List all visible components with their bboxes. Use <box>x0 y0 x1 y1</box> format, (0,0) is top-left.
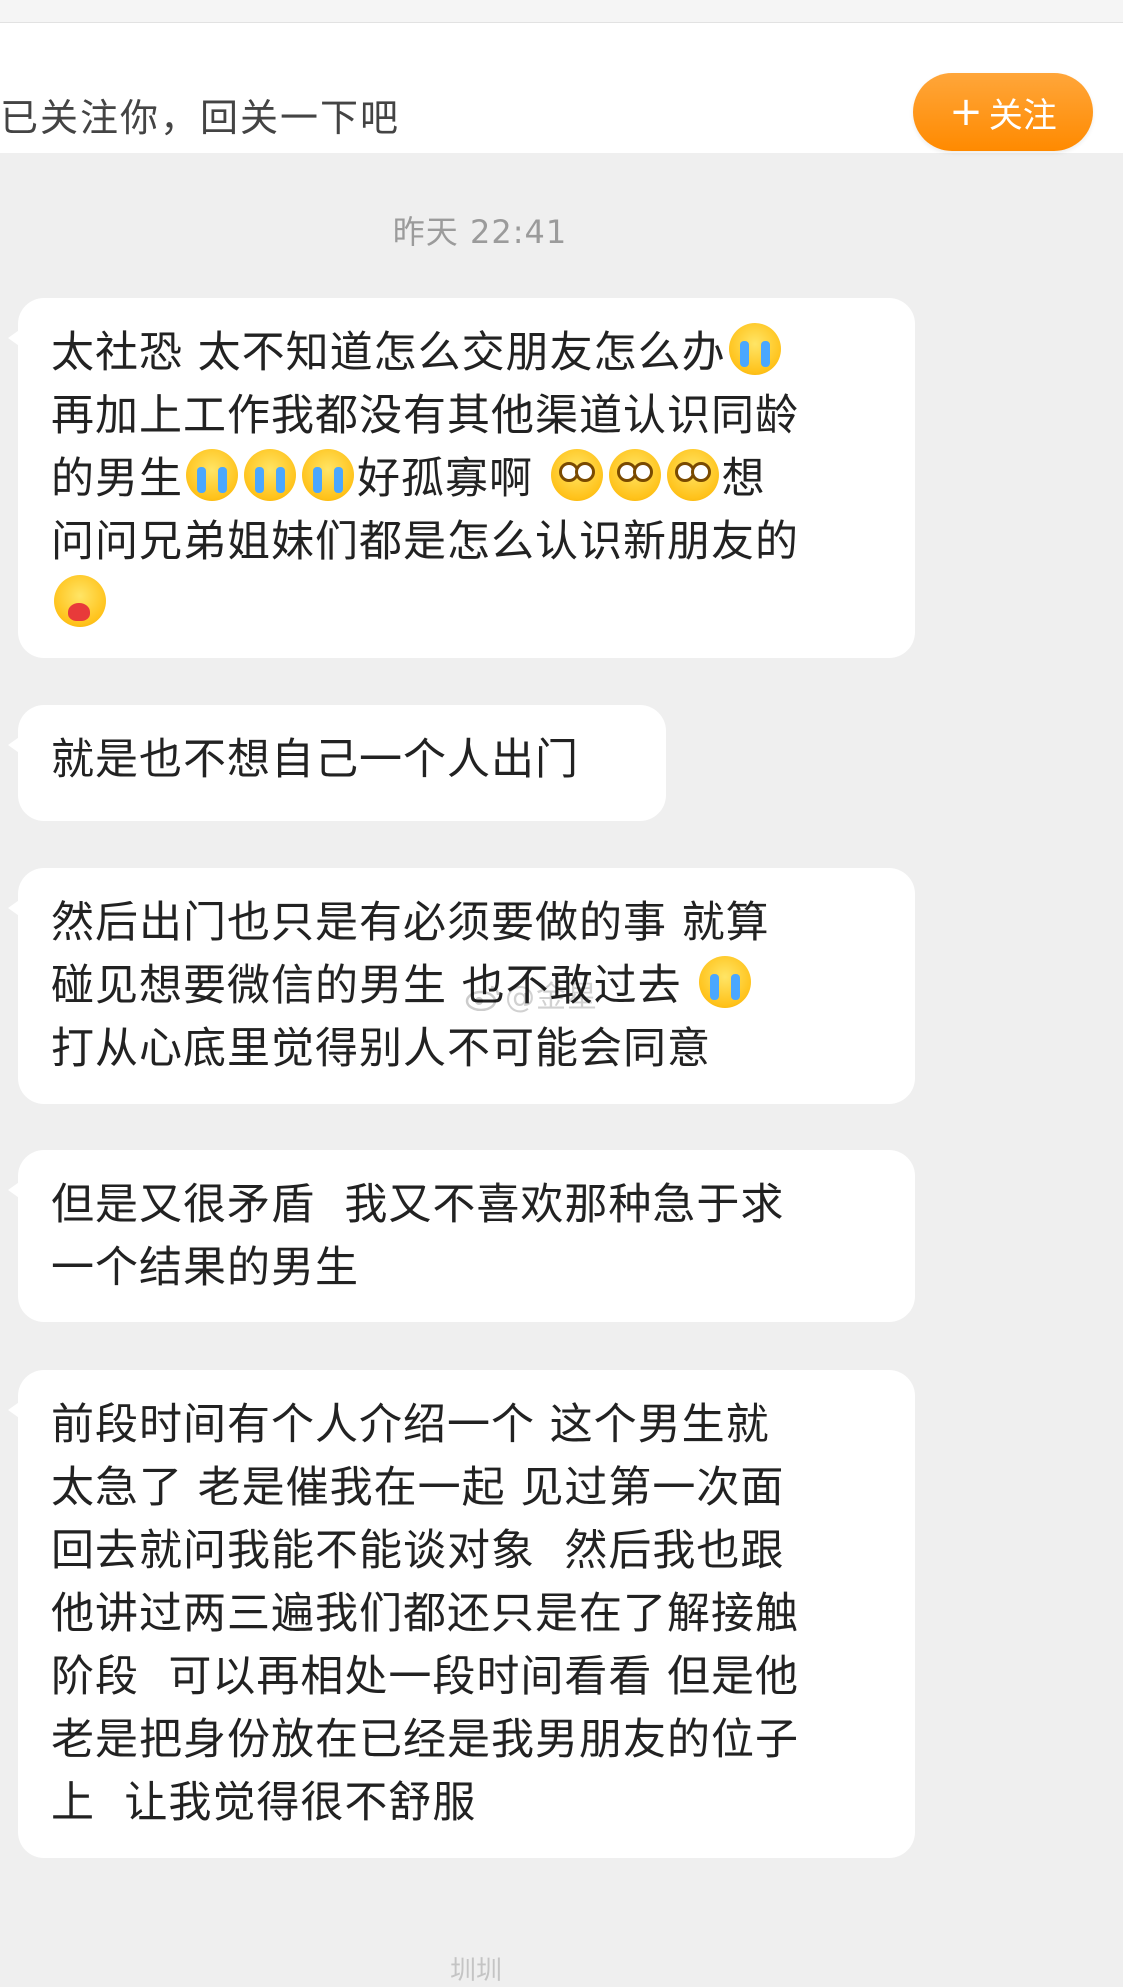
crying-emoji-icon <box>302 449 354 501</box>
dizzy-emoji-icon <box>550 449 603 501</box>
message-line: 想 <box>721 454 766 504</box>
plus-icon: + <box>949 89 983 135</box>
message-line: 好孤寡啊 <box>357 454 533 504</box>
message-line: 问问兄弟姐妹们都是怎么认识新朋友的 <box>51 517 799 567</box>
message-line: 打从心底里觉得别人不可能会同意 <box>51 1024 711 1074</box>
weibo-logo-icon <box>465 985 500 1011</box>
message-line: 上 让我觉得很不舒服 <box>51 1778 477 1828</box>
crying-emoji-icon <box>699 956 752 1008</box>
message-bubble[interactable]: 前段时间有个人介绍一个 这个男生就 太急了 老是催我在一起 见过第一次面 回去就… <box>8 1370 915 1858</box>
crying-emoji-icon <box>186 449 238 501</box>
message-timestamp: 昨天 22:41 <box>392 213 568 251</box>
message-line: 一个结果的男生 <box>51 1243 359 1293</box>
follow-prompt-bar: 已关注你，回关一下吧 + 关注 <box>0 23 1123 153</box>
message-line: 但是又很矛盾 我又不喜欢那种急于求 <box>51 1180 785 1230</box>
message-line: 太急了 老是催我在一起 见过第一次面 <box>51 1463 785 1513</box>
message-line: 他讲过两三遍我们都还只是在了解接触 <box>51 1589 799 1639</box>
bottom-watermark: 圳圳 <box>450 1956 503 1986</box>
message-line: 阶段 可以再相处一段时间看看 但是他 <box>51 1652 800 1702</box>
hug-emoji-icon <box>54 575 106 627</box>
message-line: 然后出门也只是有必须要做的事 就算 <box>51 898 770 948</box>
dizzy-emoji-icon <box>608 449 661 501</box>
message-line: 老是把身份放在已经是我男朋友的位子 <box>51 1715 799 1765</box>
message-line: 回去就问我能不能谈对象 然后我也跟 <box>51 1526 785 1576</box>
message-line: 就是也不想自己一个人出门 <box>51 735 579 785</box>
crying-emoji-icon <box>728 323 781 375</box>
message-line: 再加上工作我都没有其他渠道认识同龄 <box>51 391 799 441</box>
follow-button-label: 关注 <box>988 95 1057 136</box>
message-bubble[interactable]: 但是又很矛盾 我又不喜欢那种急于求 一个结果的男生 <box>8 1150 915 1322</box>
message-line: 前段时间有个人介绍一个 这个男生就 <box>51 1400 770 1450</box>
follow-prompt-text: 已关注你，回关一下吧 <box>0 96 401 140</box>
message-bubble[interactable]: 就是也不想自己一个人出门 <box>8 705 666 821</box>
message-line: 太社恐 太不知道怎么交朋友怎么办 <box>51 328 726 378</box>
dizzy-emoji-icon <box>666 449 719 501</box>
watermark-text: @金星 <box>505 980 598 1015</box>
message-bubble[interactable]: 太社恐 太不知道怎么交朋友怎么办 再加上工作我都没有其他渠道认识同龄 的男生 好孤… <box>8 298 915 658</box>
crying-emoji-icon <box>244 449 296 501</box>
top-status-strip <box>0 0 1123 23</box>
watermark: @金星 <box>465 972 598 1016</box>
follow-button[interactable]: + 关注 <box>913 73 1093 151</box>
message-line: 的男生 <box>51 454 183 504</box>
